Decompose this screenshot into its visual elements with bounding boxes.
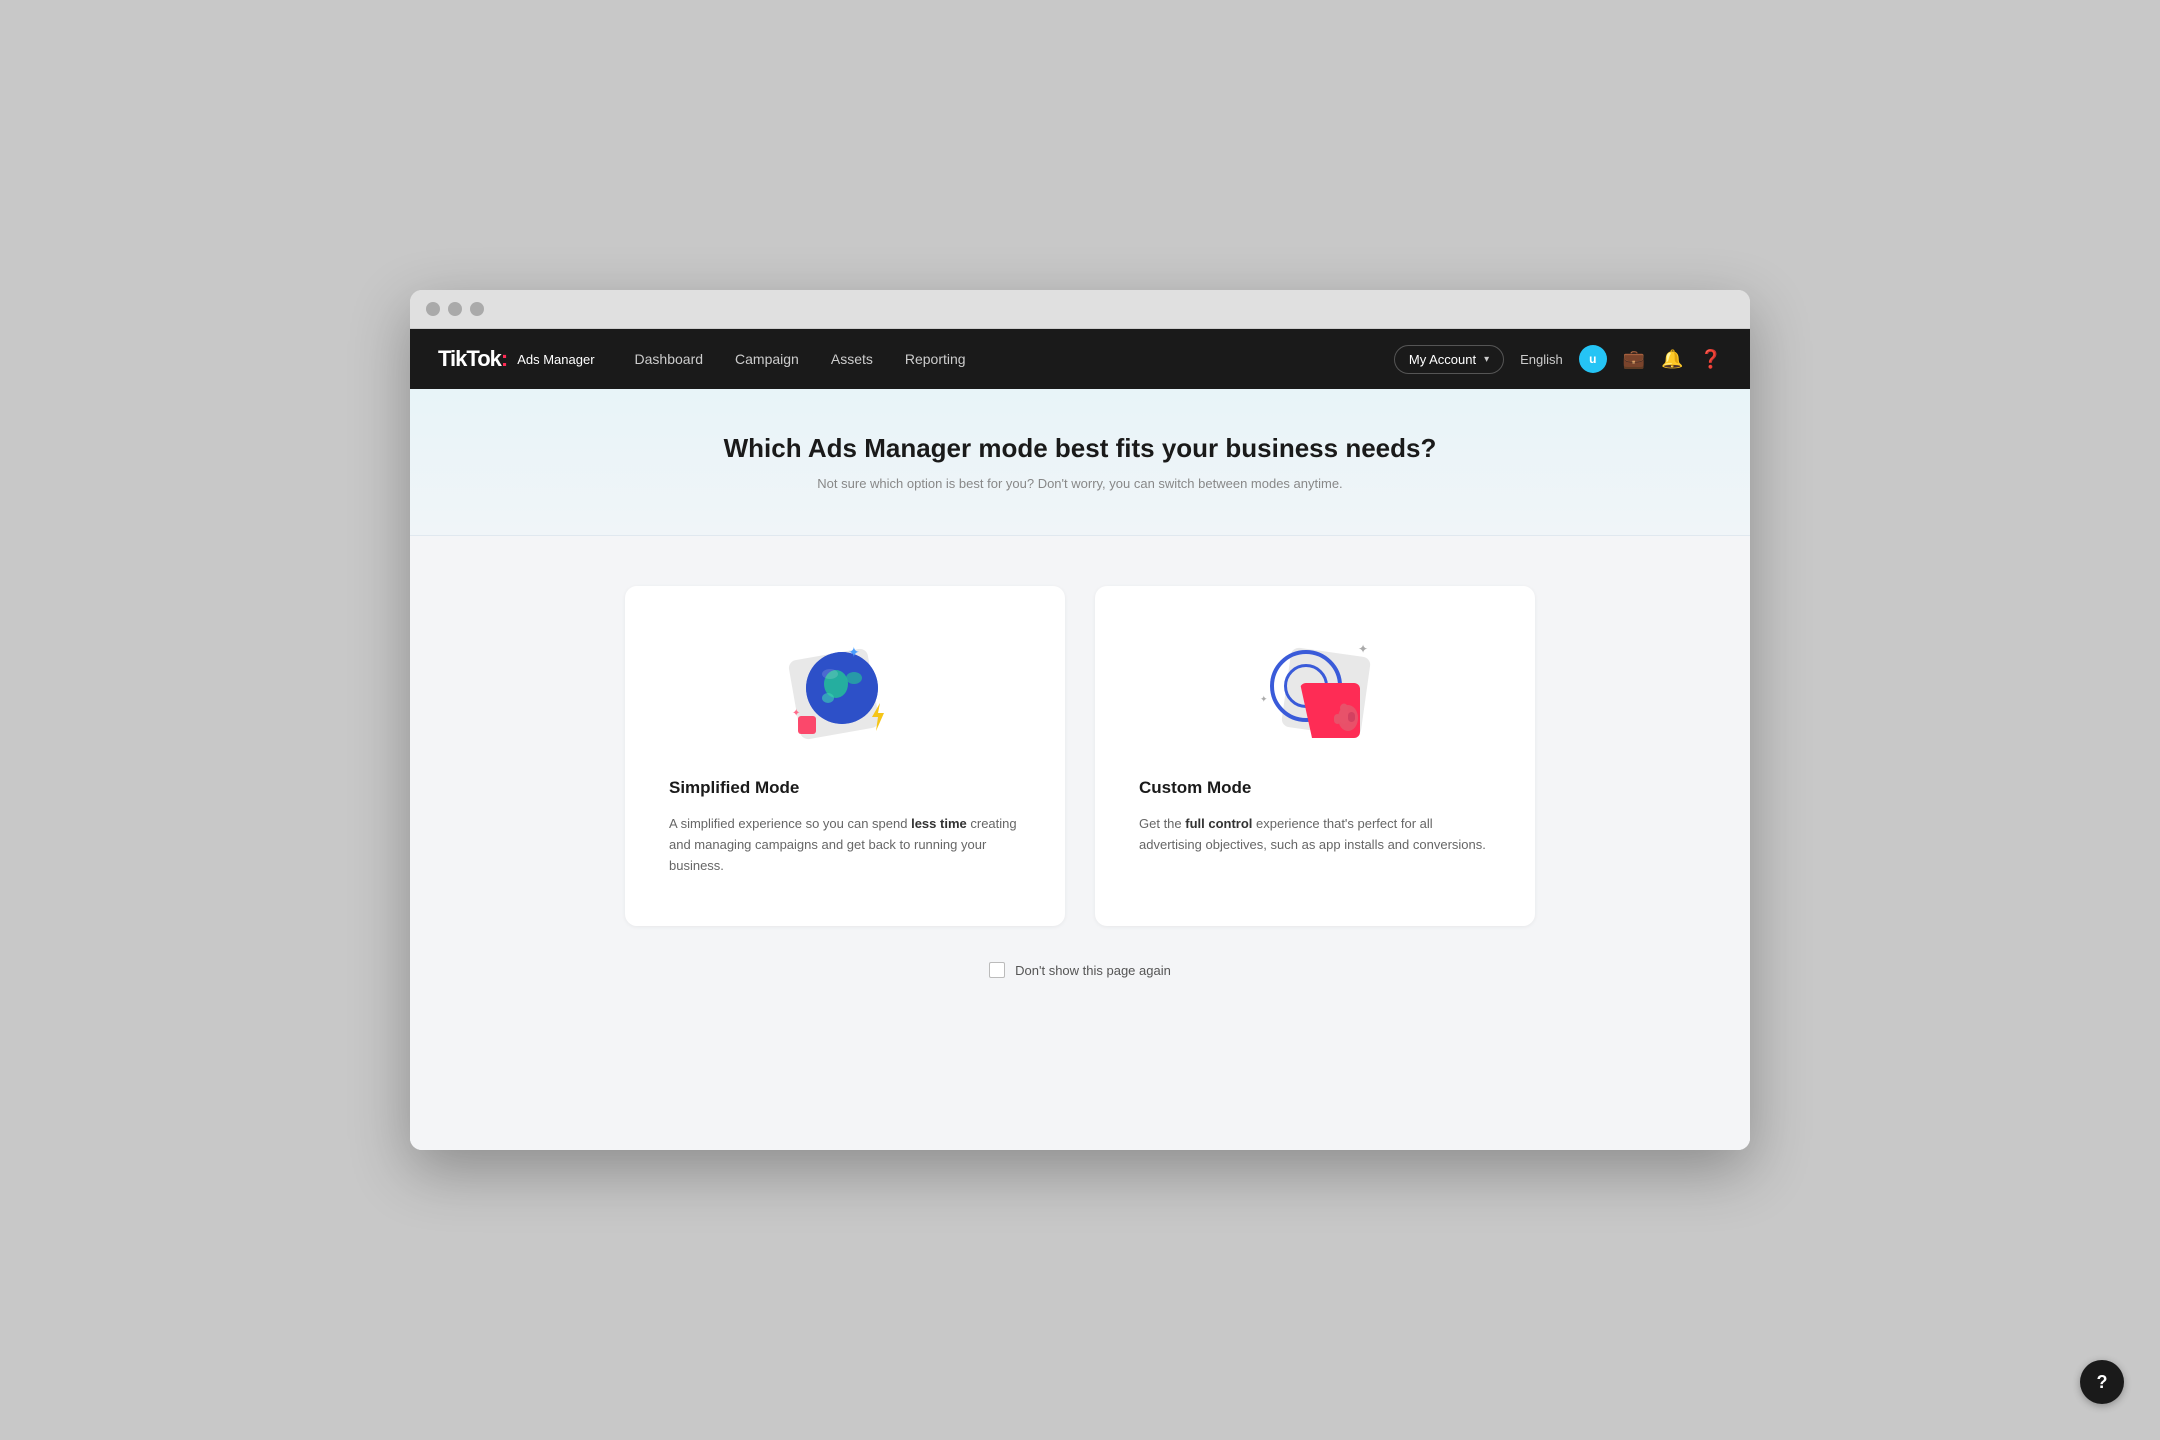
hero-title: Which Ads Manager mode best fits your bu… [430, 433, 1730, 464]
logo-ads-text: Ads Manager [517, 352, 594, 367]
account-dropdown[interactable]: My Account ▾ [1394, 345, 1504, 374]
browser-dot-close [426, 302, 440, 316]
chevron-down-icon: ▾ [1484, 354, 1489, 365]
custom-mode-card[interactable]: ✦ ✦ Custom Mode Get the full control exp… [1095, 586, 1535, 926]
browser-dot-maximize [470, 302, 484, 316]
nav-reporting[interactable]: Reporting [905, 347, 966, 371]
star-icon-c2: ✦ [1260, 694, 1268, 705]
simplified-mode-desc: A simplified experience so you can spend… [669, 814, 1021, 876]
logo: TikTok: Ads Manager [438, 346, 595, 372]
bell-icon[interactable]: 🔔 [1661, 349, 1683, 370]
dont-show-checkbox[interactable] [989, 962, 1005, 978]
browser-chrome [410, 290, 1750, 329]
floating-help-icon: ? [2097, 1372, 2108, 1393]
floating-help-button[interactable]: ? [2080, 1360, 2124, 1404]
star-icon-c1: ✦ [1358, 642, 1368, 656]
simplified-desc-bold: less time [911, 816, 967, 831]
dont-show-row: Don't show this page again [989, 962, 1171, 978]
custom-desc-before: Get the [1139, 816, 1185, 831]
simplified-mode-title: Simplified Mode [669, 778, 799, 798]
help-circle-icon[interactable]: ❓ [1700, 349, 1722, 370]
nav-assets[interactable]: Assets [831, 347, 873, 371]
hero-banner: Which Ads Manager mode best fits your bu… [410, 389, 1750, 536]
top-nav: TikTok: Ads Manager Dashboard Campaign A… [410, 329, 1750, 389]
browser-window: TikTok: Ads Manager Dashboard Campaign A… [410, 290, 1750, 1150]
custom-mode-desc: Get the full control experience that's p… [1139, 814, 1491, 856]
custom-desc-bold: full control [1185, 816, 1252, 831]
app-container: TikTok: Ads Manager Dashboard Campaign A… [410, 329, 1750, 1150]
logo-colon: : [501, 346, 507, 371]
logo-tiktok-text: TikTok: [438, 346, 507, 372]
dont-show-label: Don't show this page again [1015, 963, 1171, 978]
language-label[interactable]: English [1520, 352, 1563, 367]
custom-illustration: ✦ ✦ [1139, 636, 1491, 746]
custom-mode-title: Custom Mode [1139, 778, 1251, 798]
avatar[interactable]: u [1579, 345, 1607, 373]
hand-pointer-icon [1326, 698, 1364, 744]
star-icon-1: ✦ [848, 644, 860, 661]
account-label: My Account [1409, 352, 1476, 367]
simplified-mode-card[interactable]: ✦ ✦ Simplified Mode A simplified experie… [625, 586, 1065, 926]
simplified-illustration: ✦ ✦ [669, 636, 1021, 746]
nav-right: My Account ▾ English u 💼 🔔 ❓ [1394, 345, 1722, 374]
briefcase-icon[interactable]: 💼 [1623, 349, 1645, 370]
nav-campaign[interactable]: Campaign [735, 347, 799, 371]
main-content: ✦ ✦ Simplified Mode A simplified experie… [410, 536, 1750, 1150]
hero-subtitle: Not sure which option is best for you? D… [430, 476, 1730, 491]
nav-dashboard[interactable]: Dashboard [635, 347, 704, 371]
browser-dot-minimize [448, 302, 462, 316]
simplified-desc-before: A simplified experience so you can spend [669, 816, 911, 831]
mode-cards-row: ✦ ✦ Simplified Mode A simplified experie… [625, 586, 1535, 926]
nav-links: Dashboard Campaign Assets Reporting [635, 347, 1394, 371]
